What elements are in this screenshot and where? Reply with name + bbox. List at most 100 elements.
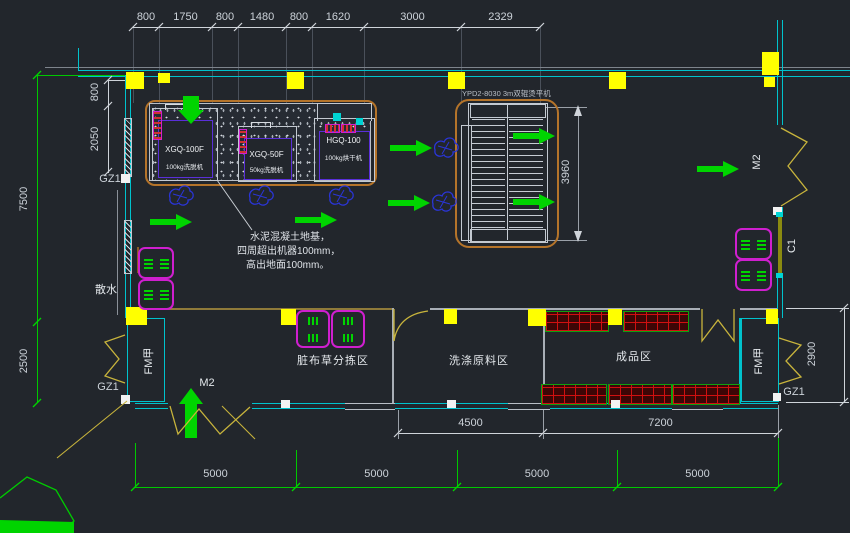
door-label-m2: M2 [751,142,763,182]
bottom-dim-line [135,487,778,488]
dim-label: 4500 [398,417,543,429]
cart-load [308,317,319,325]
column-marker [158,73,170,83]
cart-scribble-icon [250,186,274,205]
machine-model: XGQ-50F [240,150,293,159]
linen-cart [331,310,365,348]
dim-label: 2329 [461,11,540,23]
flow-arrow-icon [697,161,739,177]
dim-label: 2900 [806,334,818,374]
door-label-m2: M2 [194,377,220,389]
grid-line [159,27,160,103]
dim-label: 5000 [457,468,617,480]
grid-line [133,27,134,103]
dryer-connector [341,124,356,133]
door-swing-interior [702,309,734,341]
gz1-label: GZ1 [93,381,123,393]
cart-load [343,334,354,342]
column-marker [764,77,775,87]
column-marker [609,72,626,89]
dim-label: 1480 [238,11,286,23]
foundation-note-line1: 水泥混凝土地基， [250,228,330,243]
column-marker [287,72,304,89]
splay-line [57,401,127,458]
dryer-valve [356,118,363,125]
machine-model: HGQ-100 [319,136,368,145]
cart-load [741,239,750,250]
dim-label: 3960 [560,152,572,192]
left-inner-dim-line [108,80,109,173]
interior-wall [430,308,700,310]
grid-line [364,27,365,103]
grid-line [212,27,213,103]
dim-ext [778,405,779,439]
flow-arrow-icon [295,212,337,228]
door-label-fm: FM甲 [750,341,766,381]
partition-wall [392,308,394,405]
dryer-valve [333,113,341,121]
zone-label-finished: 成品区 [604,348,664,364]
wall-marker [447,400,456,408]
right-dim-ext [786,308,849,309]
cart-scribble-icon [170,186,194,205]
grid-line [286,27,287,103]
dim-label: 1620 [312,11,364,23]
shelf-rack [623,311,689,332]
column-marker [528,309,546,326]
dim-label: 5000 [135,468,296,480]
cart-load [757,270,766,281]
grid-line [238,27,239,103]
machine-capacity: 100kg洗脱机 [158,161,211,171]
wall-marker [281,400,290,408]
top-wall-stub [78,48,79,71]
note-leader-line [217,180,252,230]
column-marker [444,309,457,324]
column-marker [281,309,296,325]
ironer-rollers [472,118,505,228]
flow-arrow-icon [150,214,192,230]
wall-marker [611,400,620,408]
machine-model: XGQ-100F [158,145,211,154]
bottom-window [345,403,395,410]
cart-load [160,258,169,269]
dim-label: 800 [286,11,312,23]
left-wall [125,75,131,318]
ironer-bottom-band [470,229,546,242]
zone-label-raw: 洗涤原料区 [439,352,519,368]
dim-label: 5000 [617,468,778,480]
door-swing-partition [394,309,428,341]
right-dim-line [844,308,845,402]
washer-100-panel [153,111,162,140]
column-marker [762,52,779,75]
flow-arrow-up-icon [179,388,203,438]
dim-label: 7200 [543,417,778,429]
ironer-side-bar [461,125,472,241]
washer-100-notch [165,104,191,110]
door-swing-fm-right [779,338,801,384]
dim-label: 800 [133,11,159,23]
dryer-connector [325,124,340,133]
grid-line [312,27,313,103]
cart-scribble-icon [433,192,457,211]
linen-cart [138,247,174,279]
left-outer-dim-line [37,75,38,403]
dim-label: 3000 [364,11,461,23]
ironer-top-band [470,104,546,118]
flow-arrow-icon [390,140,432,156]
shelf-rack [541,384,607,405]
washer-50-notch [251,122,271,128]
column-marker [766,309,778,324]
floor-plan-canvas: 800 1750 800 1480 800 1620 3000 2329 800… [0,0,850,533]
linen-cart [735,259,772,291]
door-label-fm: FM甲 [140,341,156,381]
cart-load [343,317,354,325]
cart-load [757,239,766,250]
door-swing-m2-right [781,128,807,206]
site-wedge [0,520,74,533]
linen-cart [735,228,772,260]
linen-cart [138,279,174,310]
flow-arrow-icon [388,195,430,211]
gz1-label: GZ1 [95,173,125,185]
cart-load [144,289,153,300]
apron-label: 散水 [92,281,120,297]
